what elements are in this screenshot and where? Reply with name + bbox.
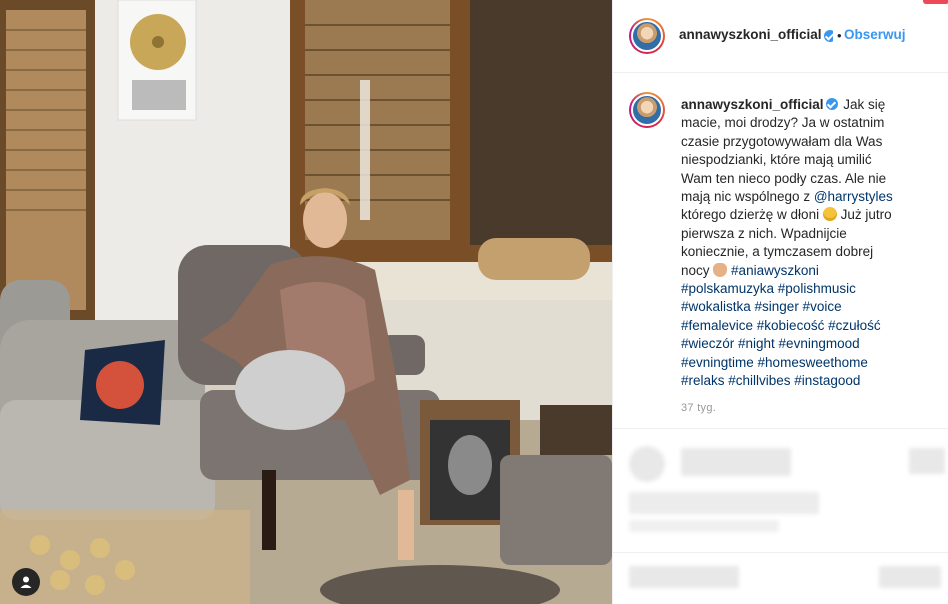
grin-emoji-icon <box>822 207 837 222</box>
caption-line: Jak się <box>839 97 886 112</box>
hashtag-link[interactable]: #wokalistka #singer #voice <box>681 299 842 314</box>
post-header: annawyszkoni_official • Obserwuj <box>613 0 948 73</box>
post-timestamp[interactable]: 37 tyg. <box>681 402 716 414</box>
hashtag-link[interactable]: #relaks #chillvibes #instagood <box>681 373 860 388</box>
blurred-comment <box>909 448 945 474</box>
caption-line: czasie przygotowywałam dla Was <box>681 133 883 149</box>
caption-line: macie, moi drodzy? Ja w ostatnim <box>681 115 885 131</box>
user-tag-icon <box>20 576 32 588</box>
caption-line: którego dzierżę w dłoni <box>681 207 823 223</box>
user-tag-button[interactable] <box>12 568 40 596</box>
hashtag-link[interactable]: #evningtime #homesweethome <box>681 355 868 370</box>
mention-link[interactable]: @harrystyles <box>814 189 893 204</box>
verified-badge-icon <box>825 98 838 110</box>
hashtag-link[interactable]: #polskamuzyka #polishmusic <box>681 281 856 296</box>
blurred-actions <box>879 566 941 588</box>
hashtag-link[interactable]: #femalevice #kobiecość #czułość <box>681 318 881 333</box>
blurred-comment <box>681 448 791 476</box>
caption-avatar[interactable] <box>629 92 665 128</box>
caption-line: niespodzianki, które mają umilić <box>681 152 872 168</box>
hashtag-link[interactable]: #aniawyszkoni <box>731 263 819 278</box>
follow-button[interactable]: Obserwuj <box>844 27 906 42</box>
blurred-avatar <box>629 446 665 482</box>
options-indicator[interactable] <box>923 0 948 4</box>
photo-scene <box>0 0 612 604</box>
post-photo[interactable] <box>0 0 612 604</box>
separator-dot: • <box>837 28 842 43</box>
post-caption: annawyszkoni_official Jak się macie, moi… <box>681 96 941 391</box>
caption-line: nocy <box>681 262 714 278</box>
caption-username[interactable]: annawyszkoni_official <box>681 97 824 112</box>
blurred-actions <box>629 566 739 588</box>
blurred-comment <box>629 492 819 514</box>
hashtag-link[interactable]: #wieczór #night #evningmood <box>681 336 860 351</box>
divider <box>613 552 948 553</box>
blurred-comment <box>629 520 779 532</box>
caption-line: koniecznie, a tymczasem dobrej <box>681 244 874 260</box>
verified-badge-icon <box>824 28 833 42</box>
post-sidebar: annawyszkoni_official • Obserwuj annawys… <box>612 0 948 604</box>
header-username[interactable]: annawyszkoni_official <box>679 27 822 42</box>
caption-line: Już jutro <box>836 207 892 223</box>
caption-line: Wam ten nieco podły czas. Ale nie <box>681 170 887 186</box>
divider <box>613 428 948 429</box>
caption-line: pierwsza z nich. Wpadnijcie <box>681 225 847 241</box>
hand-emoji-icon <box>713 262 728 277</box>
caption-line: mają nic wspólnego z <box>681 189 814 205</box>
profile-avatar[interactable] <box>629 18 665 54</box>
